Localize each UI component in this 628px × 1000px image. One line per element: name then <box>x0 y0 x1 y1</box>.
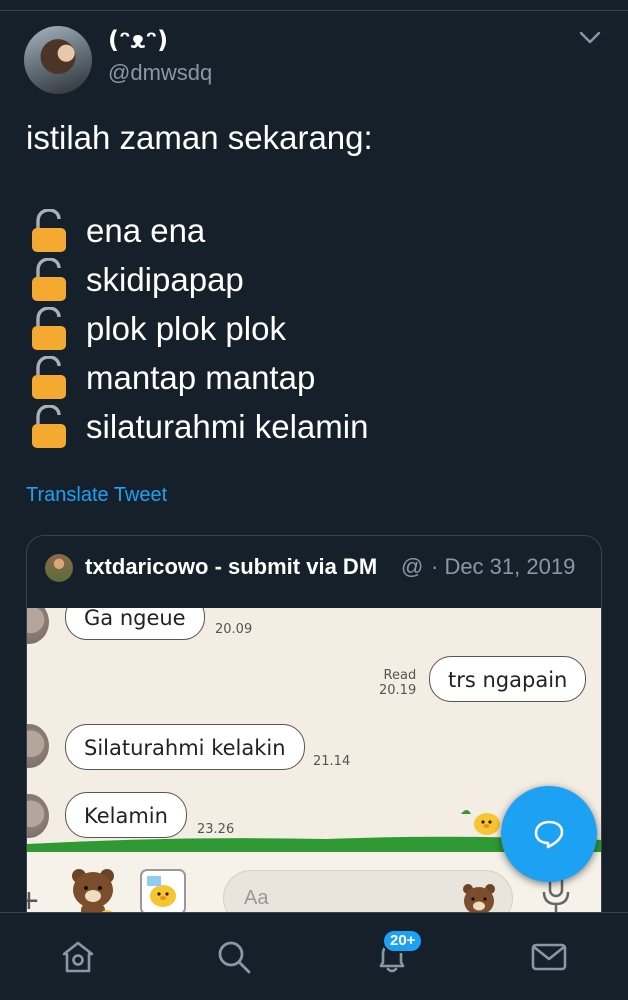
compose-tweet-button[interactable] <box>501 786 597 882</box>
chick-sticker-icon <box>461 810 500 835</box>
tweet-list-item-text: mantap mantap <box>86 358 316 396</box>
chat-input-placeholder: Aa <box>244 887 269 909</box>
chat-avatar <box>27 608 49 644</box>
chevron-down-icon[interactable] <box>578 28 602 48</box>
unlocked-padlock-icon <box>32 306 66 350</box>
quoted-tweet-date: · Dec 31, 2019 <box>431 554 576 579</box>
tweet-list-item: mantap mantap <box>30 353 368 402</box>
chat-timestamp: 20.19 <box>379 683 417 698</box>
quoted-author-handle: @ <box>401 554 424 579</box>
notification-badge: 20+ <box>382 929 424 953</box>
chat-timestamp: 21.14 <box>313 754 351 769</box>
tweet-text: istilah zaman sekarang: <box>26 119 373 156</box>
top-divider <box>0 10 628 11</box>
chat-bubble: Silaturahmi kelakin <box>65 724 305 770</box>
unlocked-padlock-icon <box>32 257 66 301</box>
tweet-list-item-text: plok plok plok <box>86 309 286 347</box>
home-icon[interactable] <box>60 939 96 975</box>
author-display-name[interactable]: (ᵔᴥᵔ) <box>108 26 168 55</box>
chat-read-receipt: Read 20.19 <box>379 668 416 698</box>
unlocked-padlock-icon <box>32 208 66 252</box>
tweet-list: ena ena skidipapap plok plok plok mantap ma… <box>30 206 368 451</box>
chat-bubble: trs ngapain <box>429 656 587 702</box>
chat-timestamp: 20.09 <box>215 622 253 637</box>
tweet-list-item: skidipapap <box>30 255 368 304</box>
tweet-list-item-text: silaturahmi kelamin <box>86 407 369 445</box>
author-avatar[interactable] <box>24 26 92 94</box>
author-handle[interactable]: @dmwsdq <box>108 60 212 86</box>
tweet-list-item: ena ena <box>30 206 368 255</box>
quoted-tweet[interactable]: txtdaricowo - submit via DM @ · Dec 31, … <box>26 535 602 935</box>
quoted-author-name: txtdaricowo - submit via DM <box>85 554 378 579</box>
quoted-author-avatar <box>45 554 73 582</box>
chat-screenshot-image[interactable]: Ga ngeue 20.09 Read 20.19 trs ngapain Si… <box>27 608 601 934</box>
chat-bubble: Ga ngeue <box>65 608 205 640</box>
chat-avatar <box>27 724 49 768</box>
tweet-list-item-text: skidipapap <box>86 260 244 298</box>
tweet-list-item: plok plok plok <box>30 304 368 353</box>
messages-icon[interactable] <box>531 939 567 975</box>
tweet-list-item-text: ena ena <box>86 211 206 249</box>
chat-bubble-icon <box>534 820 564 849</box>
chick-sticker-icon <box>140 869 186 915</box>
search-icon[interactable] <box>216 939 252 975</box>
unlocked-padlock-icon <box>32 355 66 399</box>
bottom-navigation <box>0 912 628 1000</box>
translate-tweet-link[interactable]: Translate Tweet <box>26 484 167 507</box>
tweet-list-item: silaturahmi kelamin <box>30 402 368 451</box>
unlocked-padlock-icon <box>32 404 66 448</box>
read-label: Read <box>383 668 417 683</box>
